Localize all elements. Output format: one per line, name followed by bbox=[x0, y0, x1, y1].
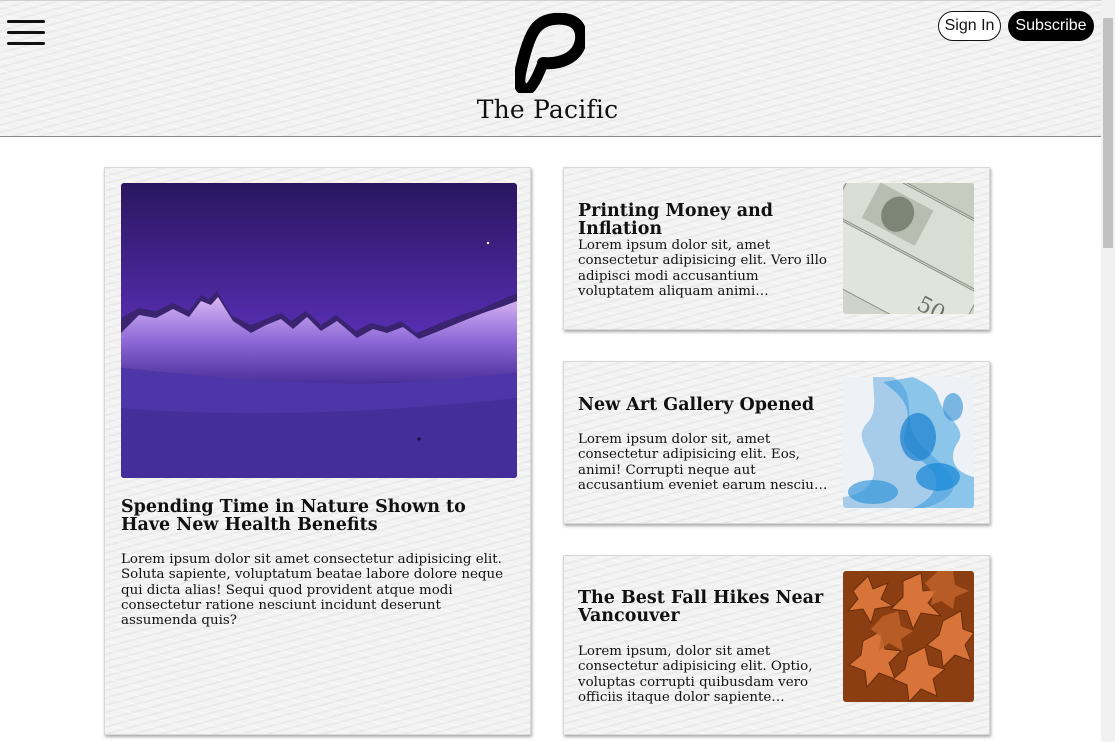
featured-article-excerpt: Lorem ipsum dolor sit amet consectetur a… bbox=[121, 552, 504, 629]
subscribe-button[interactable]: Subscribe bbox=[1008, 11, 1094, 41]
article-card-printing-money[interactable]: Printing Money and Inflation Lorem ipsum… bbox=[563, 167, 990, 330]
autumn-leaves-photo bbox=[843, 571, 974, 702]
dollar-bills-photo: 50 bbox=[843, 183, 974, 314]
article-title[interactable]: Printing Money and Inflation bbox=[578, 202, 828, 238]
article-card-art-gallery[interactable]: New Art Gallery Opened Lorem ipsum dolor… bbox=[563, 361, 990, 524]
hamburger-menu-icon[interactable] bbox=[7, 20, 45, 46]
article-card-fall-hikes[interactable]: The Best Fall Hikes Near Vancouver Lorem… bbox=[563, 555, 990, 735]
article-excerpt: Lorem ipsum dolor sit, amet consectetur … bbox=[578, 238, 827, 299]
article-title[interactable]: New Art Gallery Opened bbox=[578, 396, 828, 414]
scrollbar-thumb[interactable] bbox=[1103, 18, 1113, 248]
mountain-night-photo bbox=[121, 183, 517, 478]
article-title[interactable]: The Best Fall Hikes Near Vancouver bbox=[578, 589, 828, 625]
sign-in-button[interactable]: Sign In bbox=[938, 11, 1001, 41]
article-excerpt: Lorem ipsum, dolor sit amet consectetur … bbox=[578, 644, 813, 705]
site-header: The Pacific Sign In Subscribe bbox=[0, 0, 1101, 137]
site-title[interactable]: The Pacific bbox=[450, 95, 645, 124]
page-scrollbar[interactable] bbox=[1101, 0, 1115, 742]
article-excerpt: Lorem ipsum dolor sit, amet consectetur … bbox=[578, 432, 828, 493]
featured-article-card[interactable]: Spending Time in Nature Shown to Have Ne… bbox=[104, 167, 531, 735]
featured-article-title[interactable]: Spending Time in Nature Shown to Have Ne… bbox=[121, 498, 511, 534]
pacific-logo-icon[interactable] bbox=[515, 13, 585, 93]
blue-ink-photo bbox=[843, 377, 974, 508]
